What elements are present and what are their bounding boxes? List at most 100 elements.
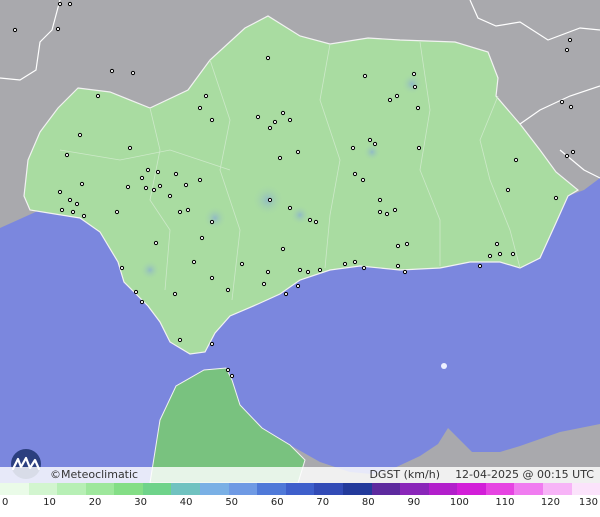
station-marker <box>283 291 289 297</box>
station-marker <box>153 240 159 246</box>
station-marker <box>67 197 73 203</box>
station-marker <box>416 145 422 151</box>
station-marker <box>317 267 323 273</box>
legend-tick-label: 10 <box>43 497 56 508</box>
station-marker <box>77 132 83 138</box>
station-marker <box>114 209 120 215</box>
station-marker <box>377 197 383 203</box>
legend-swatch <box>428 483 458 495</box>
legend-tick-label: 130 <box>578 497 598 508</box>
station-marker <box>411 71 417 77</box>
map-viewer: ©Meteoclimatic DGST (km/h) 12-04-2025 @ … <box>0 0 600 517</box>
legend-tick-label: 0 <box>2 497 9 508</box>
station-marker <box>197 177 203 183</box>
station-marker <box>143 185 149 191</box>
station-marker <box>313 219 319 225</box>
station-marker <box>57 189 63 195</box>
legend-swatch <box>57 483 86 495</box>
station-marker <box>151 187 157 193</box>
station-marker <box>125 184 131 190</box>
station-marker <box>567 37 573 43</box>
station-marker <box>155 169 161 175</box>
station-marker <box>139 299 145 305</box>
station-marker <box>342 261 348 267</box>
station-marker <box>197 105 203 111</box>
station-marker <box>297 267 303 273</box>
legend-tick-label: 40 <box>179 497 193 508</box>
legend-ticks: 0 10 20 30 40 50 60 70 80 90 100 110 120 130 <box>0 497 600 513</box>
station-marker <box>59 207 65 213</box>
brand-label: ©Meteoclimatic <box>50 468 139 481</box>
legend-tick-label: 110 <box>495 497 515 508</box>
station-marker <box>513 157 519 163</box>
legend-tick-label: 120 <box>540 497 560 508</box>
station-marker <box>477 263 483 269</box>
legend-swatch <box>114 483 143 495</box>
station-marker <box>119 265 125 271</box>
map-footer: ©Meteoclimatic DGST (km/h) 12-04-2025 @ … <box>0 467 600 483</box>
station-marker <box>487 253 493 259</box>
legend-color-bar <box>0 483 600 495</box>
station-marker <box>209 341 215 347</box>
station-marker <box>505 187 511 193</box>
alboran-island <box>441 363 447 369</box>
station-marker <box>277 155 283 161</box>
station-marker <box>127 145 133 151</box>
station-marker <box>402 269 408 275</box>
legend-tick-label: 30 <box>134 497 147 508</box>
station-marker <box>394 93 400 99</box>
station-marker <box>55 26 61 32</box>
station-marker <box>372 141 378 147</box>
station-marker <box>360 177 366 183</box>
station-marker <box>133 289 139 295</box>
station-marker <box>185 207 191 213</box>
station-marker <box>352 171 358 177</box>
station-marker <box>564 153 570 159</box>
station-marker <box>183 182 189 188</box>
legend-swatch <box>85 483 115 495</box>
legend-swatch <box>571 483 600 495</box>
legend-swatch <box>0 483 29 495</box>
station-marker <box>95 93 101 99</box>
station-marker <box>199 235 205 241</box>
station-marker <box>395 243 401 249</box>
station-marker <box>307 217 313 223</box>
station-marker <box>367 137 373 143</box>
legend-swatch <box>200 483 229 495</box>
station-marker <box>497 251 503 257</box>
station-marker <box>362 73 368 79</box>
station-marker <box>553 195 559 201</box>
station-marker <box>191 259 197 265</box>
legend-tick-label: 70 <box>316 497 330 508</box>
station-marker <box>64 152 70 158</box>
station-marker <box>559 99 565 105</box>
station-marker <box>377 209 383 215</box>
station-marker <box>157 183 163 189</box>
station-marker <box>295 283 301 289</box>
station-marker <box>255 114 261 120</box>
station-marker <box>494 241 500 247</box>
station-marker <box>267 125 273 131</box>
legend-tick-label: 20 <box>88 497 102 508</box>
station-marker <box>510 251 516 257</box>
station-marker <box>57 1 63 7</box>
station-marker <box>287 205 293 211</box>
station-marker <box>568 104 574 110</box>
legend-swatch <box>285 483 315 495</box>
station-marker <box>570 149 576 155</box>
station-marker <box>177 337 183 343</box>
station-marker <box>70 209 76 215</box>
color-scale-legend: 0 10 20 30 40 50 60 70 80 90 100 110 120 130 <box>0 483 600 517</box>
legend-swatch <box>485 483 515 495</box>
station-marker <box>225 287 231 293</box>
station-marker <box>265 55 271 61</box>
legend-tick-label: 80 <box>361 497 375 508</box>
legend-tick-label: 100 <box>449 497 469 508</box>
station-marker <box>280 110 286 116</box>
station-marker <box>305 269 311 275</box>
legend-swatch <box>171 483 201 495</box>
station-marker <box>12 27 18 33</box>
legend-swatch <box>542 483 572 495</box>
station-marker <box>280 246 286 252</box>
station-marker <box>415 105 421 111</box>
